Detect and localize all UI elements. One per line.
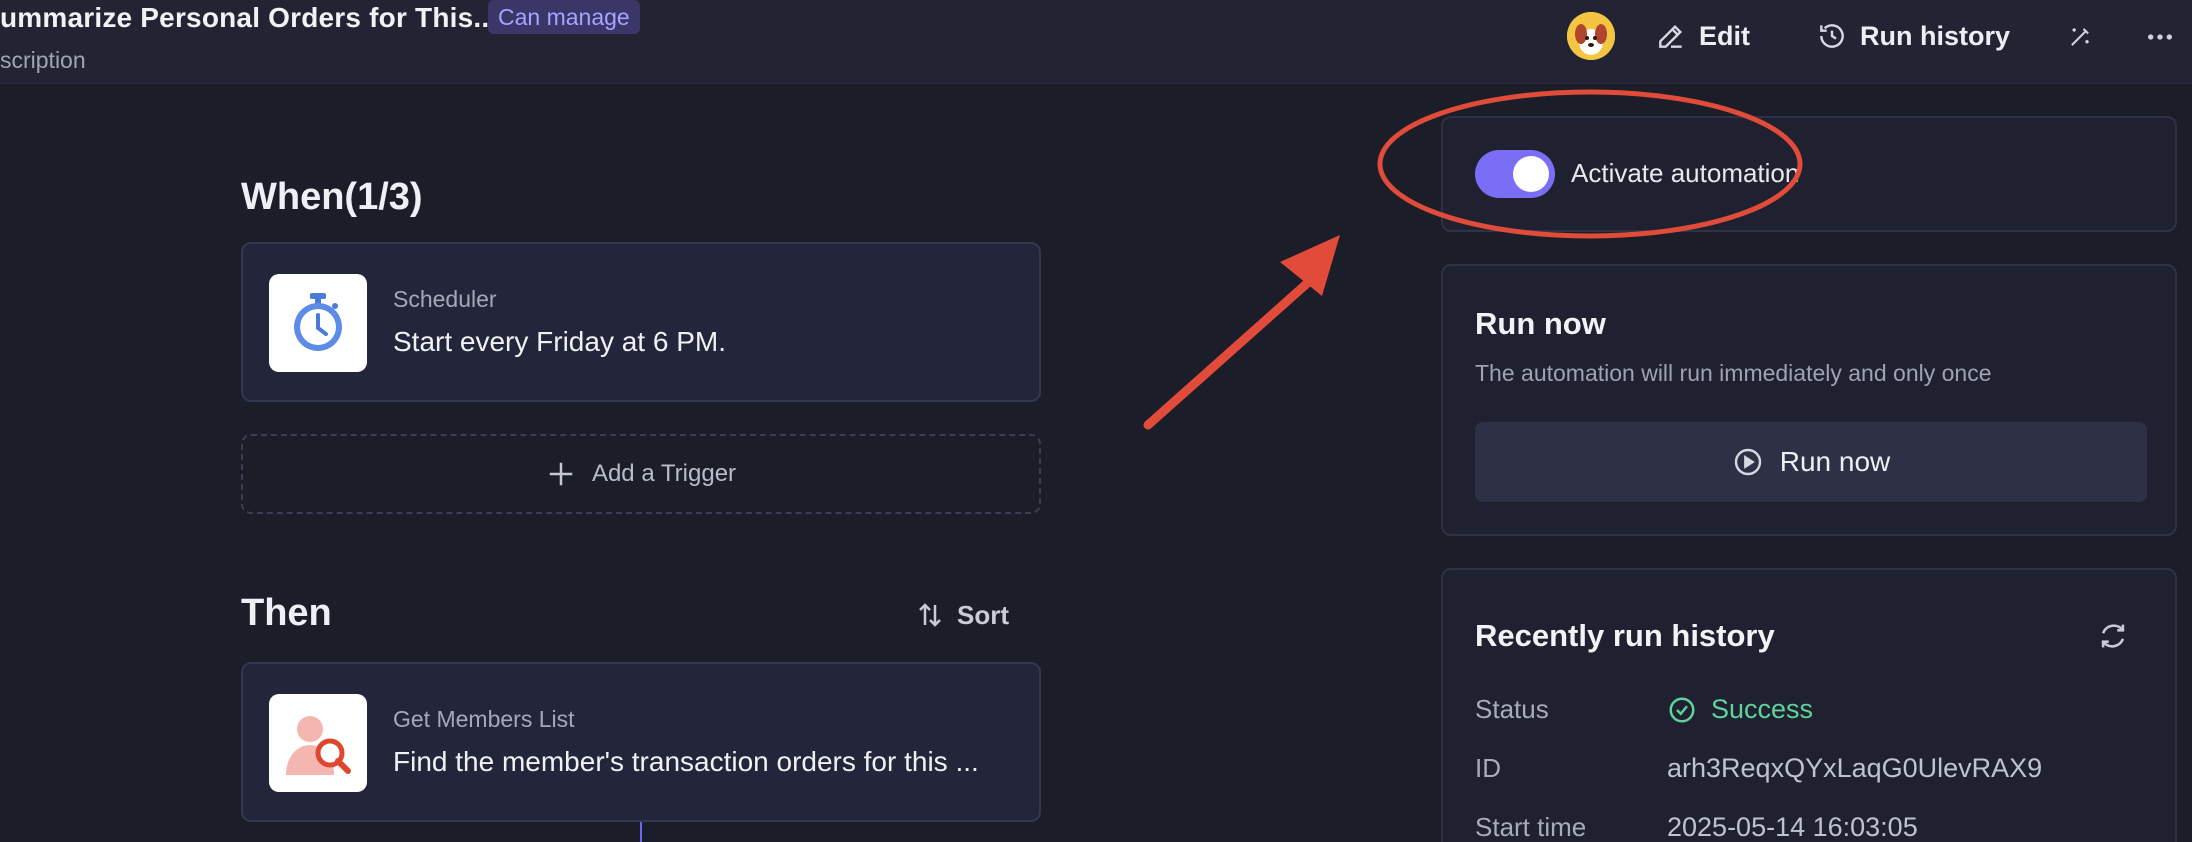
card-icon-wrapper [269, 274, 367, 372]
run-now-button[interactable]: Run now [1475, 422, 2147, 502]
member-search-icon [286, 716, 351, 775]
history-title: Recently run history [1475, 618, 1775, 653]
toggle-knob [1513, 156, 1549, 192]
trigger-type-label: Scheduler [393, 286, 497, 312]
run-now-button-label: Run now [1779, 446, 1891, 477]
dog-avatar-icon [1567, 12, 1615, 60]
run-now-panel: Run now The automation will run immediat… [1441, 264, 2177, 536]
action-description: Find the member's transaction orders for… [393, 746, 979, 777]
start-time-key: Start time [1475, 812, 1587, 842]
history-icon [1820, 24, 1844, 48]
run-now-description: The automation will run immediately and … [1475, 360, 1992, 386]
user-avatar[interactable] [1567, 12, 1615, 60]
run-history-panel: Recently run history Status Success ID a… [1441, 568, 2177, 842]
status-key: Status [1475, 694, 1549, 724]
add-trigger-button[interactable]: Add a Trigger [241, 434, 1041, 514]
ellipsis-icon [2148, 34, 2172, 40]
action-type-label: Get Members List [393, 706, 575, 732]
permission-badge: Can manage [488, 0, 640, 34]
add-trigger-label: Add a Trigger [591, 460, 737, 487]
pointer-arrow-shaft [1143, 274, 1317, 430]
pointer-arrow-head [1280, 235, 1340, 296]
card-icon-wrapper [269, 694, 367, 792]
activate-panel: Activate automation [1441, 116, 2177, 232]
top-header: ummarize Personal Orders for This... Can… [0, 0, 2192, 84]
start-time-value: 2025-05-14 16:03:05 [1667, 812, 1918, 842]
run-history-label: Run history [1860, 20, 2011, 51]
refresh-icon [2101, 624, 2125, 648]
edit-button[interactable]: Edit [1655, 14, 1750, 58]
page-description[interactable]: scription [0, 47, 86, 74]
play-circle-icon [1734, 448, 1761, 476]
sort-label: Sort [957, 599, 1009, 630]
activate-label: Activate automation [1571, 158, 1800, 188]
get-members-action-card[interactable]: Get Members List Find the member's trans… [241, 662, 1041, 822]
run-history-button[interactable]: Run history [1816, 14, 2010, 58]
status-badge: Success [1667, 694, 1813, 725]
run-now-title: Run now [1475, 306, 1606, 341]
status-value: Success [1711, 694, 1814, 724]
check-circle-icon [1669, 697, 1695, 722]
magic-tools-button[interactable] [2062, 19, 2098, 55]
more-options-button[interactable] [2142, 19, 2178, 55]
then-section-title: Then [241, 592, 332, 634]
plus-icon [549, 462, 573, 486]
sort-icon [919, 603, 941, 627]
when-section-title: When(1/3) [241, 176, 423, 218]
trigger-description: Start every Friday at 6 PM. [393, 326, 726, 357]
flow-connector-line [640, 822, 642, 842]
stopwatch-icon [294, 293, 342, 351]
scheduler-trigger-card[interactable]: Scheduler Start every Friday at 6 PM. [241, 242, 1041, 402]
activate-toggle[interactable] [1475, 150, 1555, 198]
page-title: ummarize Personal Orders for This... [0, 2, 498, 33]
sort-button[interactable]: Sort [915, 598, 1009, 632]
id-key: ID [1475, 753, 1501, 783]
magic-wand-icon [2071, 28, 2089, 46]
refresh-button[interactable] [2095, 618, 2131, 654]
run-id-value: arh3ReqxQYxLaqG0UlevRAX9 [1667, 753, 2043, 783]
edit-button-label: Edit [1699, 20, 1750, 51]
pencil-icon [1659, 24, 1683, 48]
